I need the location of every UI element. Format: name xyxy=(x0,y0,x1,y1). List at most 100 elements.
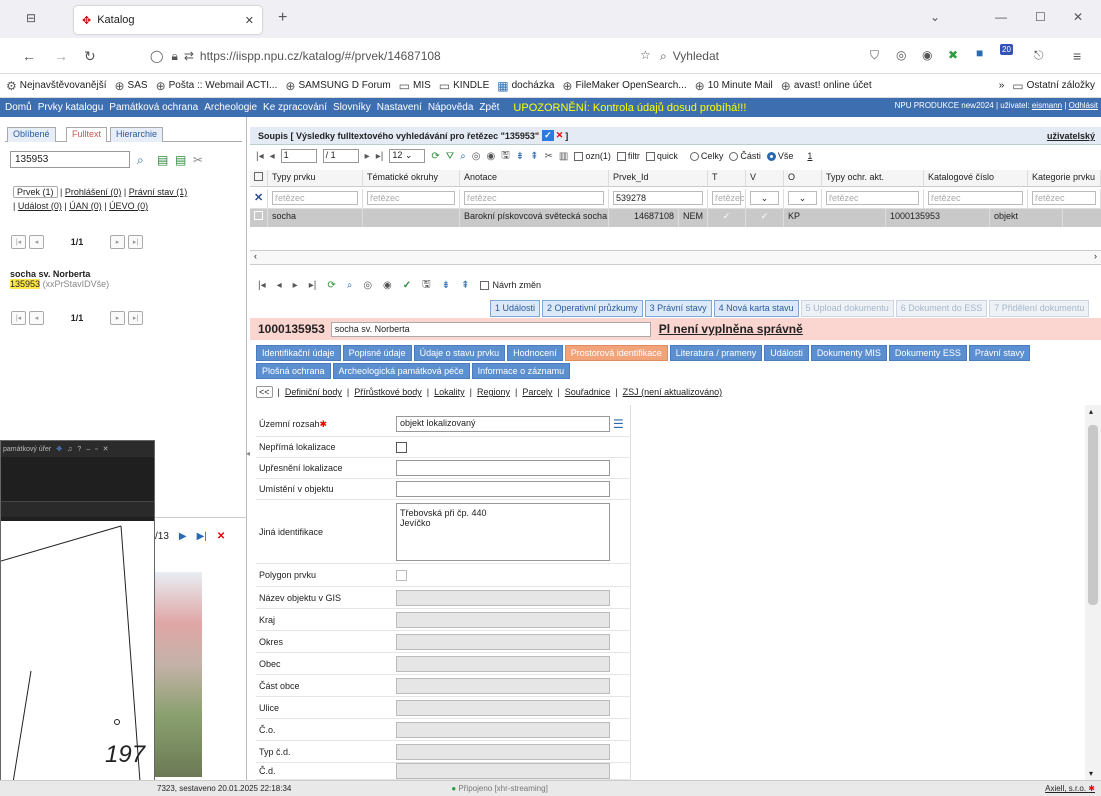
bookmark-item[interactable]: ⚙ Nejnavštěvovanější xyxy=(6,79,106,93)
share-icon[interactable]: ⎋ xyxy=(1034,48,1044,63)
subnav-regiony[interactable]: Regiony xyxy=(477,387,510,397)
uzemni-rozsah-input[interactable]: objekt lokalizovaný xyxy=(396,416,610,432)
search-box[interactable]: ⌕ Vyhledat xyxy=(660,43,815,69)
list2-icon[interactable]: ▤ xyxy=(175,153,186,167)
action-upload[interactable]: 5 Upload dokumentu xyxy=(800,300,894,317)
photo-thumbnail[interactable] xyxy=(155,572,202,777)
circle-icon[interactable]: ◎ xyxy=(472,151,481,162)
action-ess[interactable]: 6 Dokument do ESS xyxy=(895,300,988,317)
search-icon[interactable]: ⌕ xyxy=(137,153,144,168)
subnav-zsj[interactable]: ZSJ (není aktualizováno) xyxy=(623,387,723,397)
tab-pravni-stavy[interactable]: Právní stavy xyxy=(968,345,1031,361)
neprima-checkbox[interactable] xyxy=(396,441,407,453)
reload-icon[interactable]: ↻ xyxy=(84,48,96,65)
jina-identifikace-textarea[interactable]: Třebovská při čp. 440 Jevíčko xyxy=(396,502,610,561)
tab-archeologicka[interactable]: Archeologická památková péče xyxy=(332,363,470,379)
tab-literatura[interactable]: Literatura / prameny xyxy=(669,345,763,361)
overlay-window[interactable]: památkový úřer ✥ ♫ ? – ▫ ✕ 197 xyxy=(0,440,155,796)
account-icon[interactable]: ◉ xyxy=(922,48,932,62)
upresneni-input[interactable] xyxy=(396,460,610,476)
tab-prostorova[interactable]: Prostorová identifikace xyxy=(564,345,668,361)
link-pravni-stav[interactable]: Právní stav (1) xyxy=(129,187,188,197)
shield-ext-icon[interactable]: ◎ xyxy=(896,48,906,62)
link-uan[interactable]: ÚAN (0) xyxy=(69,201,102,211)
extension2-icon[interactable]: ■ xyxy=(976,46,983,60)
maximize-icon[interactable]: ☐ xyxy=(1035,10,1046,24)
clear-filter-icon[interactable]: ✕ xyxy=(250,189,268,208)
action-pruzkumy[interactable]: 2 Operativní průzkumy xyxy=(542,300,643,317)
first-page-icon[interactable]: |◂ xyxy=(256,151,264,162)
circle2-icon[interactable]: ◉ xyxy=(383,280,392,291)
next-icon[interactable]: ▸ xyxy=(293,280,298,291)
action-udalosti[interactable]: 1 Události xyxy=(490,300,541,317)
minimize-icon[interactable]: — xyxy=(995,10,1007,24)
subnav-definicni[interactable]: Definiční body xyxy=(285,387,342,397)
close-icon[interactable]: ✕ xyxy=(103,445,109,453)
result-item[interactable]: socha sv. Norberta 135953 (xxPrStavIDVše… xyxy=(10,269,109,289)
help-icon[interactable]: ? xyxy=(77,446,81,453)
confirm-icon[interactable]: ✓ xyxy=(403,280,411,291)
scroll-thumb[interactable] xyxy=(1088,425,1098,605)
prev-icon[interactable]: ◂ xyxy=(277,280,282,291)
tab-plosna[interactable]: Plošná ochrana xyxy=(256,363,331,379)
extension-icon[interactable]: ✖ xyxy=(948,48,958,62)
menu-item-home[interactable]: Domů xyxy=(5,102,32,113)
row-checkbox[interactable] xyxy=(254,211,263,220)
browser-tab[interactable]: ✥ Katalog ✕ xyxy=(74,6,262,34)
menu-icon[interactable]: ≡ xyxy=(1073,48,1081,64)
filter-input[interactable]: řetězec xyxy=(367,191,455,205)
col-header[interactable]: Anotace xyxy=(460,170,609,186)
last-photo-icon[interactable]: ▶| xyxy=(197,531,207,542)
subnav-parcely[interactable]: Parcely xyxy=(522,387,552,397)
next-page-icon[interactable]: ▸ xyxy=(110,235,125,249)
prev-page-icon[interactable]: ◂ xyxy=(29,311,44,325)
link-prohlaseni[interactable]: Prohlášení (0) xyxy=(65,187,122,197)
bookmark-item[interactable]: ⊕ Pošta :: Webmail ACTI... xyxy=(156,79,278,93)
next-page-icon[interactable]: ▸ xyxy=(365,151,370,162)
sort-icon[interactable]: ⇟ xyxy=(516,151,524,162)
tab-udaje-stav[interactable]: Údaje o stavu prvku xyxy=(413,345,506,361)
tab-informace[interactable]: Informace o záznamu xyxy=(471,363,571,379)
subnav-souradnice[interactable]: Souřadnice xyxy=(565,387,611,397)
bookmark-item[interactable]: ▭ MIS xyxy=(399,79,431,93)
maximize-icon[interactable]: ▫ xyxy=(95,446,97,453)
col-header[interactable]: Typy ochr. akt. xyxy=(822,170,924,186)
table-row[interactable]: socha Barokní pískovcová světecká socha … xyxy=(250,209,1101,227)
list-icon[interactable]: ▤ xyxy=(157,153,168,167)
menu-item-zpet[interactable]: Zpět xyxy=(479,102,499,113)
tools-icon[interactable]: ✂ xyxy=(545,151,553,162)
select-all-checkbox[interactable] xyxy=(254,172,263,181)
close-photo-icon[interactable]: ✕ xyxy=(217,531,225,542)
menu-item-ke-zpracovani[interactable]: Ke zpracování xyxy=(263,102,327,113)
subnav-prirustkove[interactable]: Přírůstkové body xyxy=(354,387,422,397)
shield-icon[interactable]: ◯ xyxy=(150,49,163,63)
bookmark-item[interactable]: ⊕ FileMaker OpenSearch... xyxy=(562,79,686,93)
col-header[interactable]: V xyxy=(746,170,784,186)
last-page-icon[interactable]: ▸| xyxy=(128,311,143,325)
save-icon[interactable]: 🖫︎ xyxy=(501,148,510,165)
col-header[interactable]: Katalogové číslo xyxy=(924,170,1028,186)
last-icon[interactable]: ▸| xyxy=(309,280,317,291)
subnav-back-button[interactable]: << xyxy=(256,386,273,398)
permissions-icon[interactable]: ⇄ xyxy=(184,49,194,63)
umisteni-input[interactable] xyxy=(396,481,610,497)
scroll-up-icon[interactable]: ▴ xyxy=(1089,407,1093,416)
quick-checkbox[interactable] xyxy=(645,151,655,161)
menu-item-prvky[interactable]: Prvky katalogu xyxy=(38,102,104,113)
badge-count[interactable]: 20 xyxy=(1000,44,1013,55)
filter-input[interactable]: řetězec xyxy=(826,191,919,205)
circle2-icon[interactable]: ◉ xyxy=(486,151,495,162)
chevron-down-icon[interactable]: ⌄ xyxy=(930,10,940,24)
logout-link[interactable]: Odhlásit xyxy=(1069,101,1098,110)
col-header[interactable]: Prvek_Id xyxy=(609,170,708,186)
zoom-icon[interactable]: ⌕ xyxy=(460,151,466,162)
first-icon[interactable]: |◂ xyxy=(258,280,266,291)
sort2-icon[interactable]: ⇞ xyxy=(461,280,469,291)
menu-item-napoveda[interactable]: Nápověda xyxy=(428,102,474,113)
sort-icon[interactable]: ⇟ xyxy=(442,280,450,291)
menu-item-pamatkova-ochrana[interactable]: Památková ochrana xyxy=(109,102,198,113)
link-uevo[interactable]: ÚEVO (0) xyxy=(109,201,148,211)
lock-icon[interactable]: 🔒︎ xyxy=(171,49,177,64)
page-from-input[interactable]: 1 xyxy=(280,149,317,163)
col-header[interactable]: Kategorie prvku xyxy=(1028,170,1101,186)
